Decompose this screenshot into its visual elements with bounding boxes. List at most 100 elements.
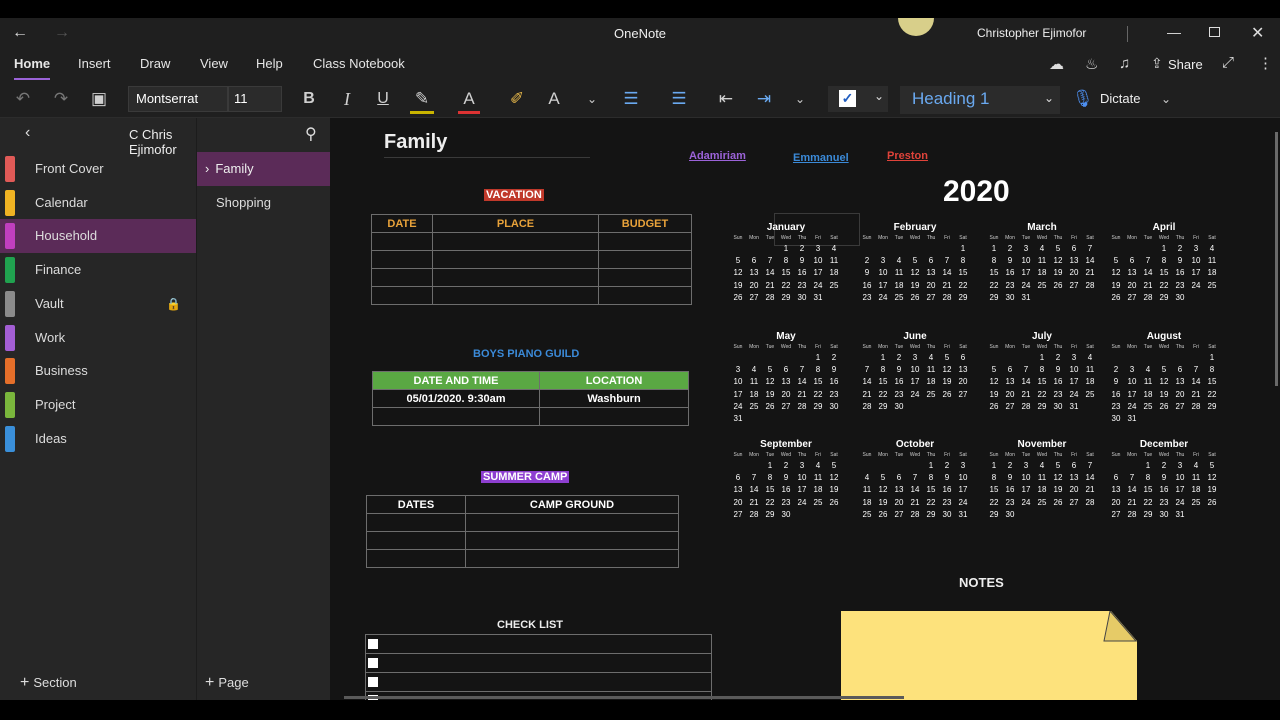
sidebar-item-vault[interactable]: Vault 🔒 bbox=[0, 287, 196, 321]
section-label: Ideas bbox=[35, 430, 67, 446]
indent-icon[interactable]: ⇥ bbox=[753, 80, 775, 118]
share-icon[interactable]: ⇪ bbox=[1151, 55, 1163, 72]
checklist[interactable] bbox=[365, 634, 712, 700]
font-size-box[interactable]: 11 bbox=[228, 86, 282, 112]
undo-icon[interactable]: ↶ bbox=[12, 80, 34, 118]
checkbox[interactable] bbox=[368, 658, 378, 668]
todo-tag-button[interactable]: ✓ ⌄ bbox=[828, 86, 888, 112]
user-avatar[interactable] bbox=[898, 18, 934, 36]
summer-camp-table[interactable]: DATES CAMP GROUND bbox=[366, 495, 679, 568]
calendar-day: 19 bbox=[1111, 280, 1121, 290]
font-color-icon[interactable]: A bbox=[458, 84, 480, 114]
calendar-day: 1 bbox=[928, 461, 934, 470]
table-row[interactable]: 05/01/2020. 9:30am Washburn bbox=[372, 389, 689, 408]
add-section-button[interactable]: + Section bbox=[20, 674, 77, 694]
calendar-day: 16 bbox=[862, 280, 872, 290]
horizontal-scrollbar[interactable] bbox=[344, 696, 904, 699]
sidebar-item-work[interactable]: Work bbox=[0, 321, 196, 355]
piano-guild-table[interactable]: DATE AND TIME LOCATION 05/01/2020. 9:30am… bbox=[372, 371, 689, 426]
sidebar-item-business[interactable]: Business bbox=[0, 354, 196, 388]
sync-icon[interactable]: ☁ bbox=[1049, 55, 1064, 73]
calendar-day: 20 bbox=[749, 280, 759, 290]
page-canvas[interactable]: Family Adamiriam Emmanuel Preston VACATI… bbox=[330, 118, 1280, 700]
chevron-down-icon[interactable]: ⌄ bbox=[790, 80, 810, 118]
vacation-title: VACATION bbox=[484, 189, 544, 201]
checkbox[interactable] bbox=[368, 639, 378, 649]
highlighter-icon[interactable]: ✎ bbox=[410, 84, 434, 114]
checklist-item[interactable] bbox=[365, 653, 712, 672]
sidebar-item-household[interactable]: Household bbox=[0, 219, 196, 254]
outdent-icon[interactable]: ⇤ bbox=[715, 80, 737, 118]
weekday-label: Sun bbox=[1111, 344, 1121, 350]
tab-home[interactable]: Home bbox=[14, 50, 51, 80]
sticky-note[interactable] bbox=[841, 611, 1137, 700]
family-member-preston[interactable]: Preston bbox=[887, 150, 928, 162]
bullets-icon[interactable]: ☰ bbox=[620, 80, 642, 118]
tab-class-notebook[interactable]: Class Notebook bbox=[313, 50, 405, 80]
table-row[interactable] bbox=[372, 407, 689, 426]
lightbulb-icon[interactable]: ♨ bbox=[1085, 55, 1098, 73]
tab-help[interactable]: Help bbox=[256, 50, 283, 80]
share-button[interactable]: Share bbox=[1168, 57, 1203, 72]
microphone-icon[interactable]: 🎙 bbox=[1072, 80, 1094, 118]
calendar-day: 14 bbox=[1085, 473, 1095, 483]
chevron-down-icon[interactable]: ⌄ bbox=[582, 80, 602, 118]
vertical-scrollbar[interactable] bbox=[1275, 132, 1278, 386]
back-arrow-icon[interactable]: ‹ bbox=[25, 124, 30, 142]
chevron-down-icon[interactable]: ⌄ bbox=[1157, 80, 1175, 118]
back-arrow-icon[interactable]: ← bbox=[12, 24, 28, 42]
user-name[interactable]: Christopher Ejimofor bbox=[977, 26, 1086, 40]
weekday-label: Mon bbox=[1127, 452, 1137, 458]
search-icon[interactable]: ⚲ bbox=[305, 124, 317, 144]
calendar-day: 10 bbox=[958, 473, 968, 483]
close-icon[interactable]: ✕ bbox=[1251, 23, 1264, 43]
sidebar-item-finance[interactable]: Finance bbox=[0, 253, 196, 287]
checkbox[interactable] bbox=[368, 677, 378, 687]
clipboard-icon[interactable]: ▣ bbox=[88, 80, 110, 118]
vacation-table[interactable]: DATE PLACE BUDGET bbox=[371, 214, 692, 305]
page-item-shopping[interactable]: Shopping bbox=[197, 186, 330, 220]
table-row[interactable] bbox=[366, 531, 679, 550]
redo-icon[interactable]: ↷ bbox=[50, 80, 72, 118]
numbering-icon[interactable]: ☰ bbox=[668, 80, 690, 118]
bell-icon[interactable]: ♫ bbox=[1119, 55, 1130, 72]
checklist-item[interactable] bbox=[365, 634, 712, 653]
table-row[interactable] bbox=[366, 513, 679, 532]
family-member-adamiriam[interactable]: Adamiriam bbox=[689, 150, 746, 162]
sidebar-item-front-cover[interactable]: Front Cover bbox=[0, 152, 196, 186]
italic-button[interactable]: I bbox=[336, 80, 358, 118]
style-dropdown[interactable]: Heading 1 ⌄ bbox=[900, 86, 1060, 114]
sidebar-item-calendar[interactable]: Calendar bbox=[0, 186, 196, 220]
restore-icon[interactable] bbox=[1209, 27, 1220, 37]
add-page-button[interactable]: + Page bbox=[205, 674, 249, 694]
sidebar-item-ideas[interactable]: Ideas bbox=[0, 422, 196, 456]
page-title[interactable]: Family bbox=[384, 131, 447, 154]
weekday-label: Sun bbox=[862, 344, 872, 350]
more-options-icon[interactable]: ⋮ bbox=[1258, 54, 1273, 72]
underline-button[interactable]: U bbox=[372, 80, 394, 118]
minimize-icon[interactable]: — bbox=[1167, 24, 1181, 40]
table-row[interactable] bbox=[371, 286, 692, 305]
bold-button[interactable]: B bbox=[298, 80, 320, 118]
page-item-family[interactable]: › Family bbox=[197, 152, 330, 186]
calendar-day: 8 bbox=[1145, 473, 1151, 483]
clear-format-icon[interactable]: A bbox=[543, 80, 565, 118]
table-row[interactable] bbox=[371, 250, 692, 269]
family-member-emmanuel[interactable]: Emmanuel bbox=[793, 152, 849, 164]
expand-icon[interactable]: ⤢ bbox=[1222, 54, 1234, 71]
checklist-item[interactable] bbox=[365, 672, 712, 691]
font-name-box[interactable]: Montserrat bbox=[128, 86, 228, 112]
tab-draw[interactable]: Draw bbox=[140, 50, 170, 80]
table-row[interactable] bbox=[371, 268, 692, 287]
format-painter-icon[interactable]: ✐ bbox=[506, 80, 528, 118]
tab-insert[interactable]: Insert bbox=[78, 50, 111, 80]
dictate-button[interactable]: Dictate bbox=[1100, 91, 1140, 106]
sidebar-item-project[interactable]: Project bbox=[0, 388, 196, 422]
tab-view[interactable]: View bbox=[200, 50, 228, 80]
add-section-label: Section bbox=[33, 675, 77, 690]
calendar-day: 7 bbox=[1087, 244, 1093, 253]
calendar-day: 19 bbox=[1207, 485, 1217, 495]
calendar-day: 28 bbox=[1021, 401, 1031, 411]
table-row[interactable] bbox=[371, 232, 692, 251]
table-row[interactable] bbox=[366, 549, 679, 568]
